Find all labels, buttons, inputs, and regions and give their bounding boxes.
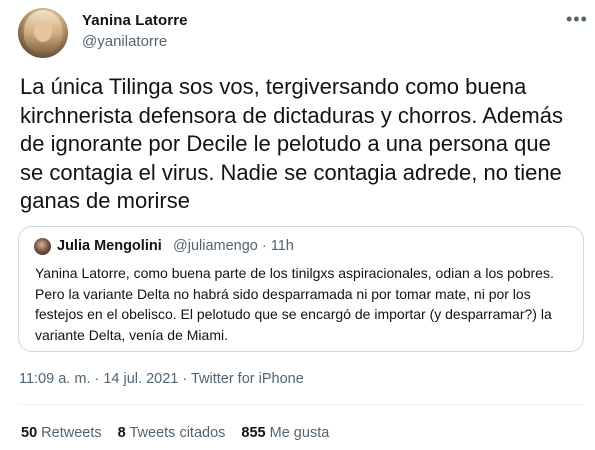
quotes-count: 8 — [117, 425, 126, 441]
tweet-stats: 50 Retweets 8 Tweets citados 855 Me gusta — [21, 425, 329, 441]
author-avatar[interactable] — [18, 8, 68, 58]
quoted-text: Yanina Latorre, como buena parte de los … — [35, 265, 554, 343]
quoted-author-name: Julia Mengolini — [57, 238, 162, 254]
retweets-count: 50 — [21, 425, 38, 441]
divider — [18, 404, 584, 405]
likes-stat[interactable]: 855 Me gusta — [241, 425, 329, 441]
quoted-meta: @juliamengo · 11h — [173, 238, 294, 254]
likes-label: Me gusta — [269, 425, 330, 441]
avatar-face — [34, 20, 52, 42]
quoted-tweet[interactable]: Julia Mengolini @juliamengo · 11h Yanina… — [18, 226, 584, 352]
author-name[interactable]: Yanina Latorre — [82, 12, 188, 29]
quoted-author-avatar — [34, 238, 51, 255]
author-handle[interactable]: @yanilatorre — [82, 33, 167, 50]
tweet-text: La única Tilinga sos vos, tergiversando … — [20, 74, 563, 213]
retweets-label: Retweets — [41, 425, 102, 441]
quotes-stat[interactable]: 8 Tweets citados — [118, 425, 226, 441]
likes-count: 855 — [241, 425, 266, 441]
more-horizontal-icon[interactable]: ••• — [566, 9, 588, 30]
tweet-timestamp[interactable]: 11:09 a. m. · 14 jul. 2021 · Twitter for… — [19, 371, 304, 387]
retweets-stat[interactable]: 50 Retweets — [21, 425, 102, 441]
quotes-label: Tweets citados — [129, 425, 226, 441]
tweet: Yanina Latorre @yanilatorre ••• La única… — [0, 0, 595, 450]
